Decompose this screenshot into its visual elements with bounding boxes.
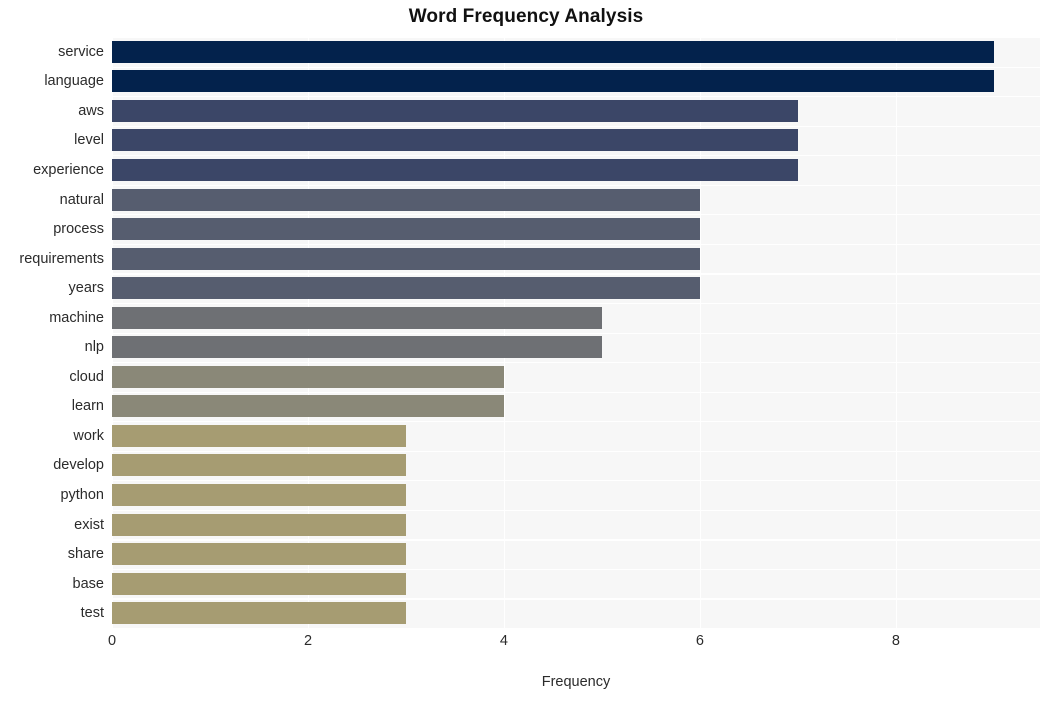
y-gridline bbox=[112, 155, 1040, 157]
y-tick-label: service bbox=[58, 43, 104, 60]
bar bbox=[112, 40, 994, 63]
y-gridline bbox=[112, 568, 1040, 571]
x-tick-label: 0 bbox=[107, 633, 117, 649]
y-tick-label: language bbox=[44, 73, 104, 90]
y-gridline bbox=[112, 391, 1040, 393]
y-tick-label: develop bbox=[53, 457, 104, 474]
bar bbox=[112, 218, 700, 241]
y-tick-label: base bbox=[72, 575, 104, 592]
y-gridline bbox=[112, 125, 1040, 127]
bar bbox=[112, 336, 602, 359]
y-gridline bbox=[112, 332, 1040, 334]
y-gridline bbox=[112, 214, 1040, 216]
y-tick-label: natural bbox=[59, 191, 104, 208]
y-gridline bbox=[112, 243, 1040, 246]
bar bbox=[112, 395, 504, 418]
y-gridline bbox=[112, 273, 1040, 275]
y-tick-label: share bbox=[67, 546, 104, 563]
y-tick-label: learn bbox=[71, 398, 104, 415]
y-tick-label: test bbox=[80, 605, 104, 622]
y-tick-label: requirements bbox=[19, 250, 104, 267]
bar bbox=[112, 454, 406, 477]
y-gridline bbox=[112, 509, 1040, 511]
y-axis-tick-labels: service language aws level experience natural… bbox=[0, 37, 104, 628]
bar bbox=[112, 572, 406, 595]
y-gridline bbox=[112, 37, 1040, 39]
bar bbox=[112, 306, 602, 329]
y-tick-label: experience bbox=[33, 161, 104, 178]
y-gridline bbox=[112, 96, 1040, 98]
x-tick-label: 6 bbox=[695, 633, 704, 649]
bar bbox=[112, 484, 406, 507]
y-gridline bbox=[112, 450, 1040, 452]
y-gridline bbox=[112, 362, 1040, 364]
y-tick-label: work bbox=[73, 427, 104, 444]
bar bbox=[112, 543, 406, 566]
bar bbox=[112, 365, 504, 388]
bar bbox=[112, 158, 798, 181]
y-tick-label: cloud bbox=[69, 368, 104, 385]
y-tick-label: level bbox=[74, 132, 104, 149]
chart-figure: Word Frequency Analysis service language a… bbox=[0, 0, 1052, 701]
plot-area bbox=[112, 37, 1040, 628]
y-gridline bbox=[112, 421, 1040, 423]
y-tick-label: exist bbox=[74, 516, 104, 533]
y-tick-label: years bbox=[68, 280, 104, 297]
y-gridline bbox=[112, 598, 1040, 600]
bar bbox=[112, 277, 700, 300]
bar bbox=[112, 129, 798, 152]
y-gridline bbox=[112, 539, 1040, 541]
y-gridline bbox=[112, 302, 1040, 305]
y-tick-label: aws bbox=[78, 102, 104, 119]
y-gridline bbox=[112, 184, 1040, 186]
y-gridline bbox=[112, 66, 1040, 68]
y-tick-label: python bbox=[60, 487, 104, 504]
y-tick-label: nlp bbox=[84, 339, 104, 356]
x-tick-label: 4 bbox=[499, 633, 509, 649]
y-gridline bbox=[112, 480, 1040, 482]
x-axis-title: Frequency bbox=[541, 674, 611, 690]
chart-title: Word Frequency Analysis bbox=[408, 6, 644, 27]
bar bbox=[112, 247, 700, 270]
bar bbox=[112, 99, 798, 122]
bar bbox=[112, 70, 994, 93]
bar bbox=[112, 602, 406, 625]
x-tick-label: 2 bbox=[303, 633, 313, 649]
y-tick-label: machine bbox=[49, 309, 104, 326]
bar bbox=[112, 424, 406, 447]
y-tick-label: process bbox=[53, 221, 104, 238]
x-tick-label: 8 bbox=[891, 633, 900, 649]
bar bbox=[112, 188, 700, 211]
x-axis-tick-labels: 0 2 4 6 8 bbox=[0, 628, 1052, 658]
bar bbox=[112, 513, 406, 536]
